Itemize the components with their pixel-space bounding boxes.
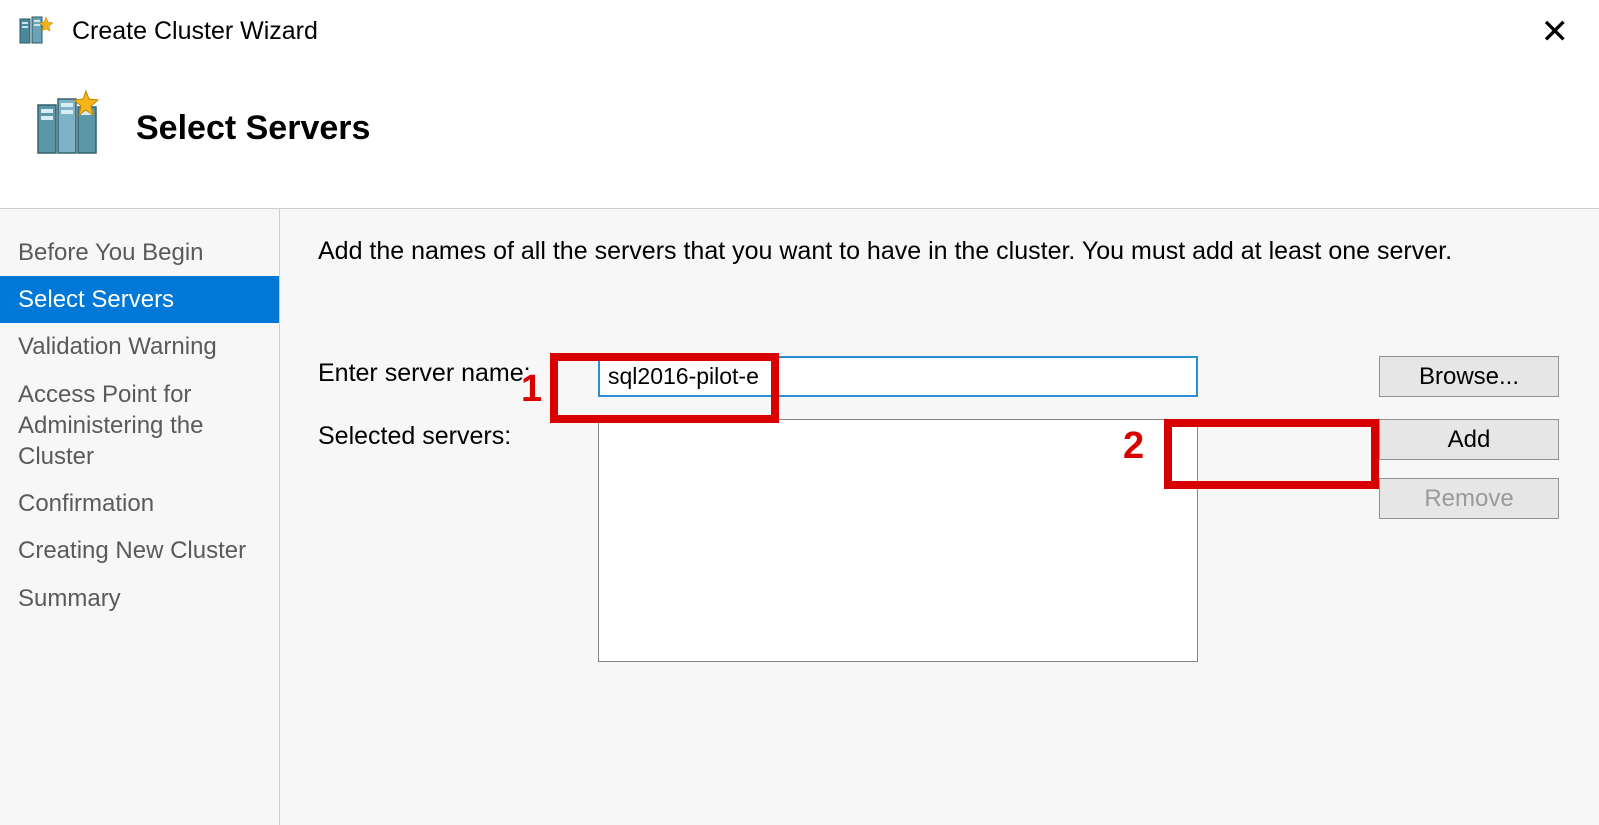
header-panel: Select Servers <box>0 64 1599 209</box>
sidebar-item-confirmation[interactable]: Confirmation <box>0 480 279 527</box>
remove-button: Remove <box>1379 478 1559 519</box>
add-button[interactable]: Add <box>1379 419 1559 460</box>
wizard-sidebar: Before You Begin Select Servers Validati… <box>0 209 280 825</box>
sidebar-item-access-point[interactable]: Access Point for Administering the Clust… <box>0 371 279 481</box>
window-title: Create Cluster Wizard <box>72 17 1531 46</box>
browse-button[interactable]: Browse... <box>1379 356 1559 397</box>
server-name-input[interactable] <box>598 356 1198 397</box>
sidebar-item-summary[interactable]: Summary <box>0 575 279 622</box>
instruction-text: Add the names of all the servers that yo… <box>318 237 1559 266</box>
sidebar-item-before-you-begin[interactable]: Before You Begin <box>0 229 279 276</box>
selected-servers-label: Selected servers: <box>318 419 598 451</box>
selected-servers-list[interactable] <box>598 419 1198 662</box>
sidebar-item-validation-warning[interactable]: Validation Warning <box>0 323 279 370</box>
server-name-row: Enter server name: Browse... <box>318 356 1559 397</box>
cluster-wizard-icon <box>18 13 54 54</box>
select-servers-icon <box>32 89 106 168</box>
sidebar-item-select-servers[interactable]: Select Servers <box>0 276 279 323</box>
page-title: Select Servers <box>136 109 370 148</box>
selected-servers-row: Selected servers: Add Remove <box>318 419 1559 662</box>
content-area: Before You Begin Select Servers Validati… <box>0 209 1599 825</box>
titlebar: Create Cluster Wizard ✕ <box>0 0 1599 64</box>
close-button[interactable]: ✕ <box>1531 15 1580 49</box>
main-panel: Add the names of all the servers that yo… <box>280 209 1599 825</box>
sidebar-item-creating-new-cluster[interactable]: Creating New Cluster <box>0 527 279 574</box>
server-name-label: Enter server name: <box>318 356 598 388</box>
